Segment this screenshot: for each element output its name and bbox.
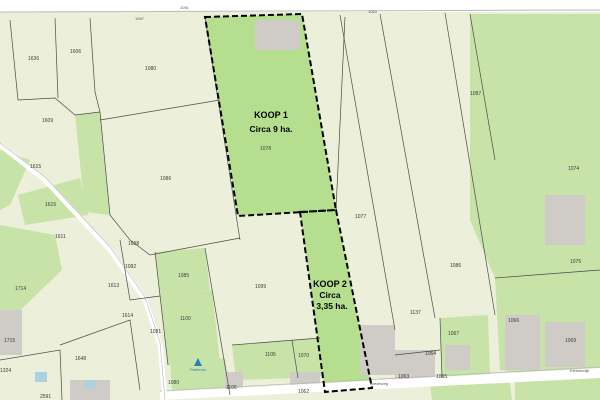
map-canvas: 1091 1067 1063 Bredeweg Kleinendijk 1636… <box>0 0 600 400</box>
road-label-top: 1091 <box>180 5 190 10</box>
parcel-label-1086: 1086 <box>160 176 171 182</box>
building-1065 <box>445 345 470 370</box>
parcel-label-1067: 1067 <box>448 331 459 337</box>
cadastral-map[interactable]: 1091 1067 1063 Bredeweg Kleinendijk 1636… <box>0 0 600 400</box>
building-east <box>545 195 585 245</box>
parcel-label-1715: 1715 <box>4 338 15 344</box>
building-1715 <box>0 310 22 355</box>
building-1137 <box>360 325 395 375</box>
parcel-label-1106: 1106 <box>226 385 237 391</box>
parcel-label-1714: 1714 <box>15 286 26 292</box>
koop2-line3: 3,35 ha. <box>316 301 347 311</box>
parcel-label-1648: 1648 <box>75 356 86 362</box>
pond-2 <box>85 380 95 388</box>
parcel-label-1615a: 1615 <box>30 164 41 170</box>
koop2-title: KOOP 2 <box>313 279 347 289</box>
building-1069 <box>545 322 585 367</box>
parcel-label-1066: 1066 <box>508 318 519 324</box>
road-label-top-right: 1063 <box>368 9 378 14</box>
grass-area-1085 <box>155 248 210 296</box>
building-farm-koop1 <box>255 20 300 50</box>
parcel-label-1611: 1611 <box>55 234 66 240</box>
parcel-label-1074: 1074 <box>568 166 579 172</box>
road-label-top-left: 1067 <box>135 16 145 21</box>
parcel-label-1086b: 1086 <box>450 263 461 269</box>
koop1-subtitle: Circa 9 ha. <box>250 124 293 134</box>
pond-1 <box>35 372 47 382</box>
parcel-label-1065: 1065 <box>436 374 447 380</box>
grass-area-1100 <box>160 290 220 365</box>
parcel-label-1324: 1324 <box>0 368 11 374</box>
parcel-label-1069: 1069 <box>565 338 576 344</box>
parcel-label-1615: 1615 <box>45 202 56 208</box>
parcel-label-1081: 1081 <box>150 329 161 335</box>
parcel-label-1062: 1062 <box>298 389 309 395</box>
parcel-label-1080: 1080 <box>145 66 156 72</box>
parcel-label-1609: 1609 <box>42 118 53 124</box>
parcel-label-1082: 1082 <box>125 264 136 270</box>
parcel-label-1614: 1614 <box>122 313 133 319</box>
parcel-label-1078: 1078 <box>260 146 271 152</box>
parcel-label-2591: 2591 <box>40 394 51 400</box>
parcel-label-1100: 1100 <box>180 316 191 322</box>
parcel-label-1063: 1063 <box>398 374 409 380</box>
road-label-bottom-2: Kleinendijk <box>570 368 589 373</box>
parcel-label-1636: 1636 <box>28 56 39 62</box>
parcel-label-1099: 1099 <box>255 284 266 290</box>
parcel-label-1085: 1085 <box>178 273 189 279</box>
koop1-title: KOOP 1 <box>254 110 288 120</box>
road-label-bottom-1: Bredeweg <box>370 381 388 386</box>
parcel-label-1077: 1077 <box>355 214 366 220</box>
parcel-label-1070: 1070 <box>298 353 309 359</box>
parcel-label-1080b: 1080 <box>168 380 179 386</box>
poi-label: Parkeren <box>190 367 206 372</box>
parcel-label-1105: 1105 <box>265 352 276 358</box>
parcel-label-1606: 1606 <box>70 49 81 55</box>
parcel-label-1075: 1075 <box>570 259 581 265</box>
parcel-label-1137: 1137 <box>410 310 421 316</box>
koop2-line2: Circa <box>319 290 341 300</box>
parcel-label-1064: 1064 <box>425 351 436 357</box>
parcel-label-1087: 1087 <box>470 91 481 97</box>
parcel-label-1608: 1608 <box>128 241 139 247</box>
parcel-label-1613: 1613 <box>108 283 119 289</box>
